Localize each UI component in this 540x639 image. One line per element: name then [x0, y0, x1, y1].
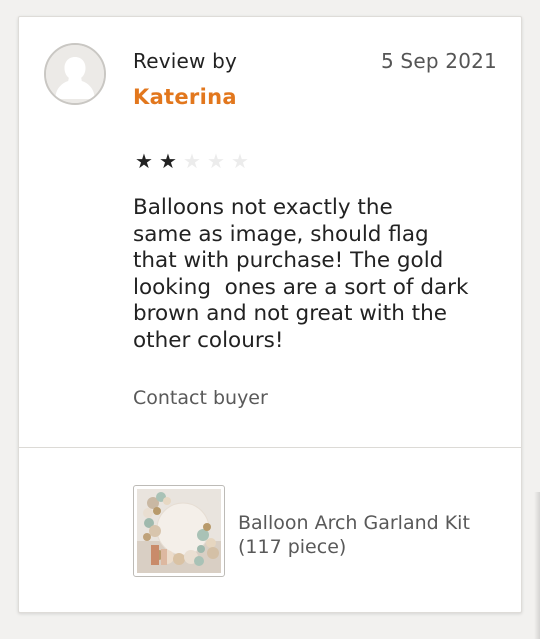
- review-date: 5 Sep 2021: [380, 49, 497, 73]
- review-text: Balloons not exactly the same as image, …: [133, 195, 469, 353]
- star-rating: ★ ★ ★ ★ ★: [133, 149, 251, 173]
- divider: [19, 447, 521, 448]
- product-name-link[interactable]: Balloon Arch Garland Kit (117 piece): [238, 511, 498, 559]
- review-card: Review by 5 Sep 2021 Katerina ★ ★ ★ ★ ★ Ball…: [18, 16, 522, 613]
- contact-buyer-link[interactable]: Contact buyer: [133, 387, 268, 409]
- default-user-avatar-icon: [46, 45, 104, 103]
- balloon-arch-product-image: [137, 489, 221, 573]
- star-filled-icon: ★: [159, 149, 177, 173]
- star-filled-icon: ★: [135, 149, 153, 173]
- reviewer-name-link[interactable]: Katerina: [133, 85, 237, 109]
- edge-shadow: [534, 492, 540, 639]
- product-thumbnail[interactable]: [133, 485, 225, 577]
- star-empty-icon: ★: [207, 149, 225, 173]
- star-empty-icon: ★: [231, 149, 249, 173]
- star-empty-icon: ★: [183, 149, 201, 173]
- review-by-label: Review by: [133, 49, 238, 73]
- reviewer-avatar[interactable]: [44, 43, 106, 105]
